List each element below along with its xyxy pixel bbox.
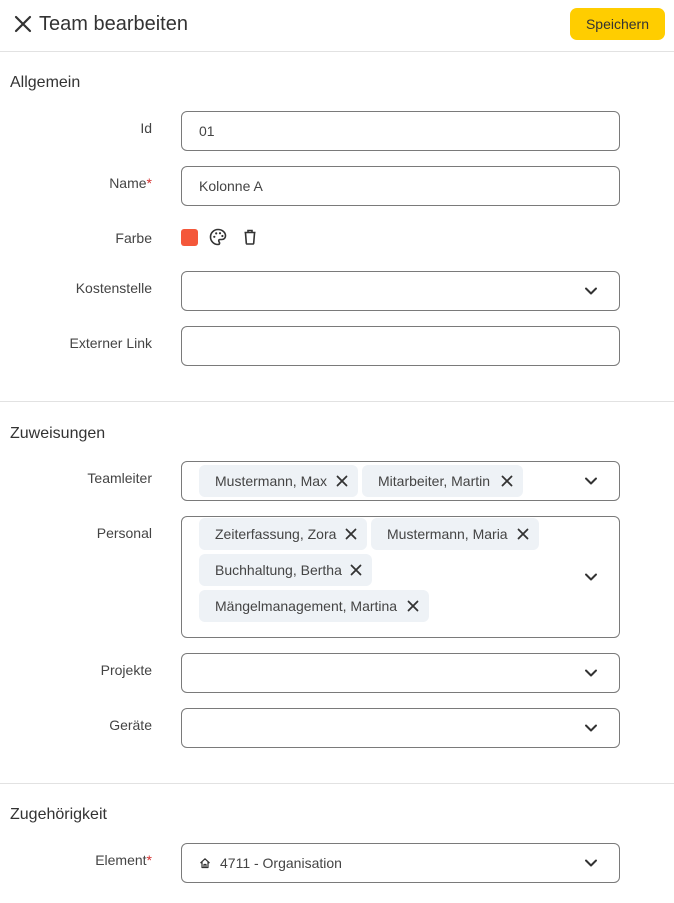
personnel-label: Personal bbox=[96, 525, 152, 541]
chip: Mängelmanagement, Martina bbox=[199, 590, 429, 622]
close-icon[interactable] bbox=[12, 13, 34, 35]
color-swatch[interactable] bbox=[181, 229, 198, 246]
trash-icon[interactable] bbox=[240, 227, 260, 247]
chip-label: Mitarbeiter, Martin bbox=[378, 473, 491, 489]
chevron-down-icon bbox=[585, 287, 597, 295]
save-button[interactable]: Speichern bbox=[570, 8, 665, 40]
remove-chip-icon[interactable] bbox=[345, 528, 357, 540]
section-title-membership: Zugehörigkeit bbox=[10, 806, 107, 823]
remove-chip-icon[interactable] bbox=[517, 528, 529, 540]
color-label: Farbe bbox=[115, 230, 152, 246]
chip-label: Zeiterfassung, Zora bbox=[215, 526, 337, 542]
personnel-select[interactable]: Zeiterfassung, Zora Mustermann, Maria Bu… bbox=[181, 516, 620, 638]
page-title: Team bearbeiten bbox=[39, 13, 188, 35]
remove-chip-icon[interactable] bbox=[501, 475, 513, 487]
cost-center-label: Kostenstelle bbox=[75, 280, 152, 296]
cost-center-select[interactable] bbox=[181, 271, 620, 311]
projects-label: Projekte bbox=[100, 662, 152, 678]
required-marker: * bbox=[146, 852, 152, 868]
team-leader-label: Teamleiter bbox=[87, 470, 152, 486]
chevron-down-icon bbox=[585, 477, 597, 485]
section-divider bbox=[0, 783, 674, 784]
chevron-down-icon bbox=[585, 669, 597, 677]
devices-select[interactable] bbox=[181, 708, 620, 748]
name-label-text: Name bbox=[109, 175, 147, 191]
devices-label: Geräte bbox=[109, 717, 152, 733]
id-label: Id bbox=[140, 120, 152, 136]
chevron-down-icon bbox=[585, 573, 597, 581]
chip: Mitarbeiter, Martin bbox=[362, 465, 523, 497]
external-link-label: Externer Link bbox=[69, 335, 152, 351]
remove-chip-icon[interactable] bbox=[407, 600, 419, 612]
chip-label: Mängelmanagement, Martina bbox=[215, 598, 398, 614]
name-field[interactable]: Kolonne A bbox=[181, 166, 620, 206]
external-link-field[interactable] bbox=[181, 326, 620, 366]
chip-label: Buchhaltung, Bertha bbox=[215, 562, 342, 578]
palette-icon[interactable] bbox=[208, 227, 228, 247]
chevron-down-icon bbox=[585, 859, 597, 867]
remove-chip-icon[interactable] bbox=[336, 475, 348, 487]
chip: Mustermann, Maria bbox=[371, 518, 539, 550]
header-bar: Team bearbeiten Speichern bbox=[0, 0, 674, 52]
home-icon bbox=[200, 858, 210, 869]
name-value: Kolonne A bbox=[199, 178, 263, 194]
element-label-text: Element bbox=[95, 852, 147, 868]
section-title-assignments: Zuweisungen bbox=[10, 425, 106, 442]
team-leader-select[interactable]: Mustermann, Max Mitarbeiter, Martin bbox=[181, 461, 620, 501]
element-label: Element* bbox=[0, 852, 152, 868]
remove-chip-icon[interactable] bbox=[350, 564, 362, 576]
chip-label: Mustermann, Maria bbox=[387, 526, 508, 542]
chevron-down-icon bbox=[585, 724, 597, 732]
section-divider bbox=[0, 401, 674, 402]
element-select[interactable]: 4711 - Organisation bbox=[181, 843, 620, 883]
chip: Buchhaltung, Bertha bbox=[199, 554, 372, 586]
name-label: Name* bbox=[0, 175, 152, 191]
chip-label: Mustermann, Max bbox=[215, 473, 328, 489]
chip: Mustermann, Max bbox=[199, 465, 358, 497]
id-field[interactable]: 01 bbox=[181, 111, 620, 151]
element-value: 4711 - Organisation bbox=[220, 855, 342, 871]
section-title-general: Allgemein bbox=[10, 74, 81, 91]
projects-select[interactable] bbox=[181, 653, 620, 693]
id-value: 01 bbox=[199, 123, 215, 139]
chip: Zeiterfassung, Zora bbox=[199, 518, 367, 550]
required-marker: * bbox=[146, 175, 152, 191]
